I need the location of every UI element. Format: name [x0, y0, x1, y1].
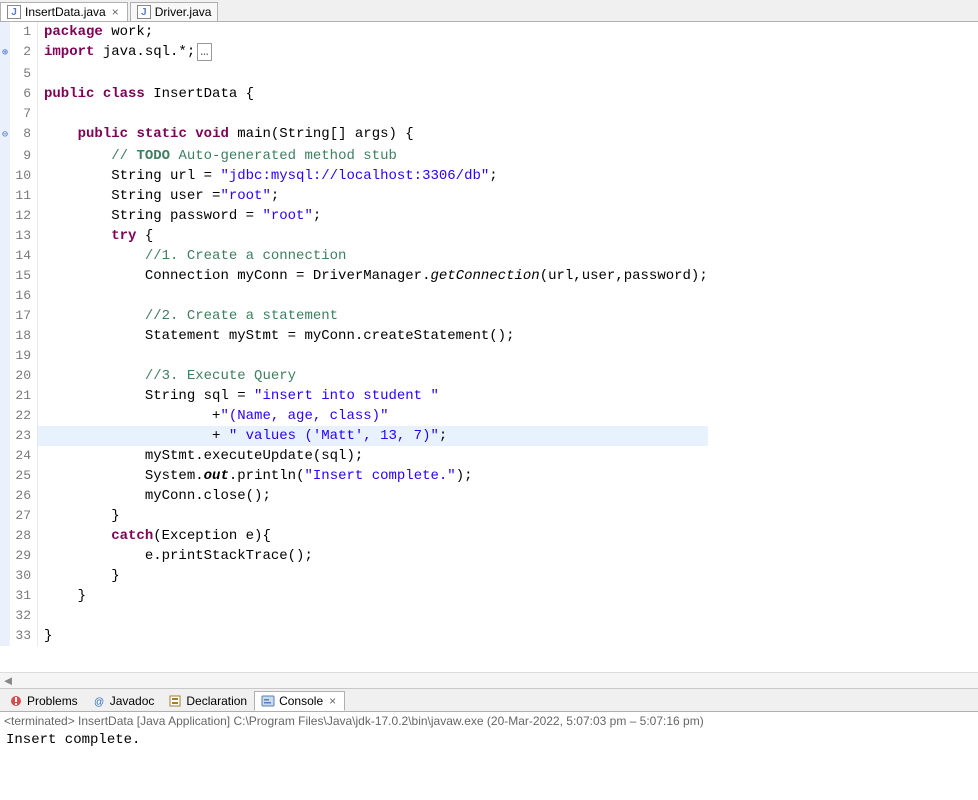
scroll-left-icon[interactable]: ◄	[0, 674, 16, 688]
code-line[interactable]: // TODO Auto-generated method stub	[38, 146, 708, 166]
code-line[interactable]: Connection myConn = DriverManager.getCon…	[38, 266, 708, 286]
view-tab-javadoc[interactable]: @ Javadoc	[85, 691, 162, 711]
code-line[interactable]	[38, 346, 708, 366]
gutter-line-number: 23	[10, 426, 38, 446]
code-line[interactable]: +"(Name, age, class)"	[38, 406, 708, 426]
code-line[interactable]: System.out.println("Insert complete.");	[38, 466, 708, 486]
code-line[interactable]: //3. Execute Query	[38, 366, 708, 386]
view-tab-label: Javadoc	[110, 694, 155, 708]
view-tab-problems[interactable]: Problems	[2, 691, 85, 711]
javadoc-icon: @	[92, 694, 106, 708]
gutter-line-number: 28	[10, 526, 38, 546]
gutter-line-number: 8	[10, 124, 38, 146]
code-line[interactable]: }	[38, 586, 708, 606]
gutter-line-number: 5	[10, 64, 38, 84]
code-line[interactable]: }	[38, 506, 708, 526]
code-line[interactable]: catch(Exception e){	[38, 526, 708, 546]
code-line[interactable]: String url = "jdbc:mysql://localhost:330…	[38, 166, 708, 186]
view-tab-label: Console	[279, 694, 323, 708]
code-line[interactable]: String password = "root";	[38, 206, 708, 226]
gutter-line-number: 32	[10, 606, 38, 626]
code-line-current[interactable]: + " values ('Matt', 13, 7)";	[38, 426, 708, 446]
method-marker-icon[interactable]: ⊖	[0, 124, 10, 146]
code-line[interactable]: try {	[38, 226, 708, 246]
problems-icon	[9, 694, 23, 708]
java-file-icon: J	[137, 5, 151, 19]
gutter-line-number: 31	[10, 586, 38, 606]
close-icon[interactable]: ×	[110, 5, 121, 19]
editor-tab-label: InsertData.java	[25, 5, 106, 19]
gutter-line-number: 17	[10, 306, 38, 326]
gutter-line-number: 12	[10, 206, 38, 226]
code-line[interactable]: myStmt.executeUpdate(sql);	[38, 446, 708, 466]
gutter-line-number: 25	[10, 466, 38, 486]
gutter-line-number: 2	[10, 42, 38, 64]
code-line[interactable]: package work;	[38, 22, 708, 42]
code-line[interactable]	[38, 286, 708, 306]
editor-tabstrip: J InsertData.java × J Driver.java	[0, 0, 978, 22]
editor-horizontal-scrollbar[interactable]: ◄	[0, 672, 978, 688]
code-line[interactable]: }	[38, 566, 708, 586]
gutter-line-number: 6	[10, 84, 38, 104]
svg-text:@: @	[94, 697, 104, 708]
code-editor[interactable]: 1package work; ⊕2import java.sql.*;… 5 6…	[0, 22, 978, 688]
gutter-line-number: 24	[10, 446, 38, 466]
gutter-line-number: 22	[10, 406, 38, 426]
code-line[interactable]	[38, 104, 708, 124]
code-line[interactable]	[38, 64, 708, 84]
console-icon	[261, 694, 275, 708]
gutter-line-number: 16	[10, 286, 38, 306]
code-line[interactable]: Statement myStmt = myConn.createStatemen…	[38, 326, 708, 346]
gutter-line-number: 10	[10, 166, 38, 186]
gutter-line-number: 29	[10, 546, 38, 566]
view-tab-label: Problems	[27, 694, 78, 708]
code-line[interactable]: String sql = "insert into student "	[38, 386, 708, 406]
gutter-line-number: 9	[10, 146, 38, 166]
gutter-line-number: 27	[10, 506, 38, 526]
gutter-line-number: 13	[10, 226, 38, 246]
gutter-line-number: 11	[10, 186, 38, 206]
bottom-views-tabstrip: Problems @ Javadoc Declaration Console ×	[0, 688, 978, 712]
code-line[interactable]: //2. Create a statement	[38, 306, 708, 326]
declaration-icon	[168, 694, 182, 708]
view-tab-console[interactable]: Console ×	[254, 691, 345, 711]
view-tab-declaration[interactable]: Declaration	[161, 691, 254, 711]
gutter-line-number: 21	[10, 386, 38, 406]
console-output[interactable]: Insert complete.	[0, 730, 978, 800]
code-line[interactable]: String user ="root";	[38, 186, 708, 206]
code-line[interactable]: import java.sql.*;…	[38, 42, 708, 64]
console-status-line: <terminated> InsertData [Java Applicatio…	[0, 712, 978, 730]
code-line[interactable]	[38, 606, 708, 626]
gutter-line-number: 20	[10, 366, 38, 386]
gutter-line-number: 26	[10, 486, 38, 506]
code-line[interactable]: //1. Create a connection	[38, 246, 708, 266]
editor-tab-label: Driver.java	[155, 5, 212, 19]
gutter-line-number: 18	[10, 326, 38, 346]
gutter-line-number: 33	[10, 626, 38, 646]
close-icon[interactable]: ×	[327, 694, 338, 708]
code-line[interactable]: public static void main(String[] args) {	[38, 124, 708, 146]
code-line[interactable]: e.printStackTrace();	[38, 546, 708, 566]
editor-tab-driver[interactable]: J Driver.java	[130, 2, 219, 21]
code-line[interactable]: public class InsertData {	[38, 84, 708, 104]
gutter-line-number: 7	[10, 104, 38, 124]
code-line[interactable]: myConn.close();	[38, 486, 708, 506]
gutter-line-number: 30	[10, 566, 38, 586]
gutter-line-number: 15	[10, 266, 38, 286]
gutter-line-number: 1	[10, 22, 38, 42]
expand-imports-icon[interactable]: ⊕	[0, 42, 10, 64]
code-line[interactable]: }	[38, 626, 708, 646]
gutter-line-number: 14	[10, 246, 38, 266]
java-file-icon: J	[7, 5, 21, 19]
view-tab-label: Declaration	[186, 694, 247, 708]
editor-tab-insertdata[interactable]: J InsertData.java ×	[0, 2, 128, 21]
gutter-line-number: 19	[10, 346, 38, 366]
